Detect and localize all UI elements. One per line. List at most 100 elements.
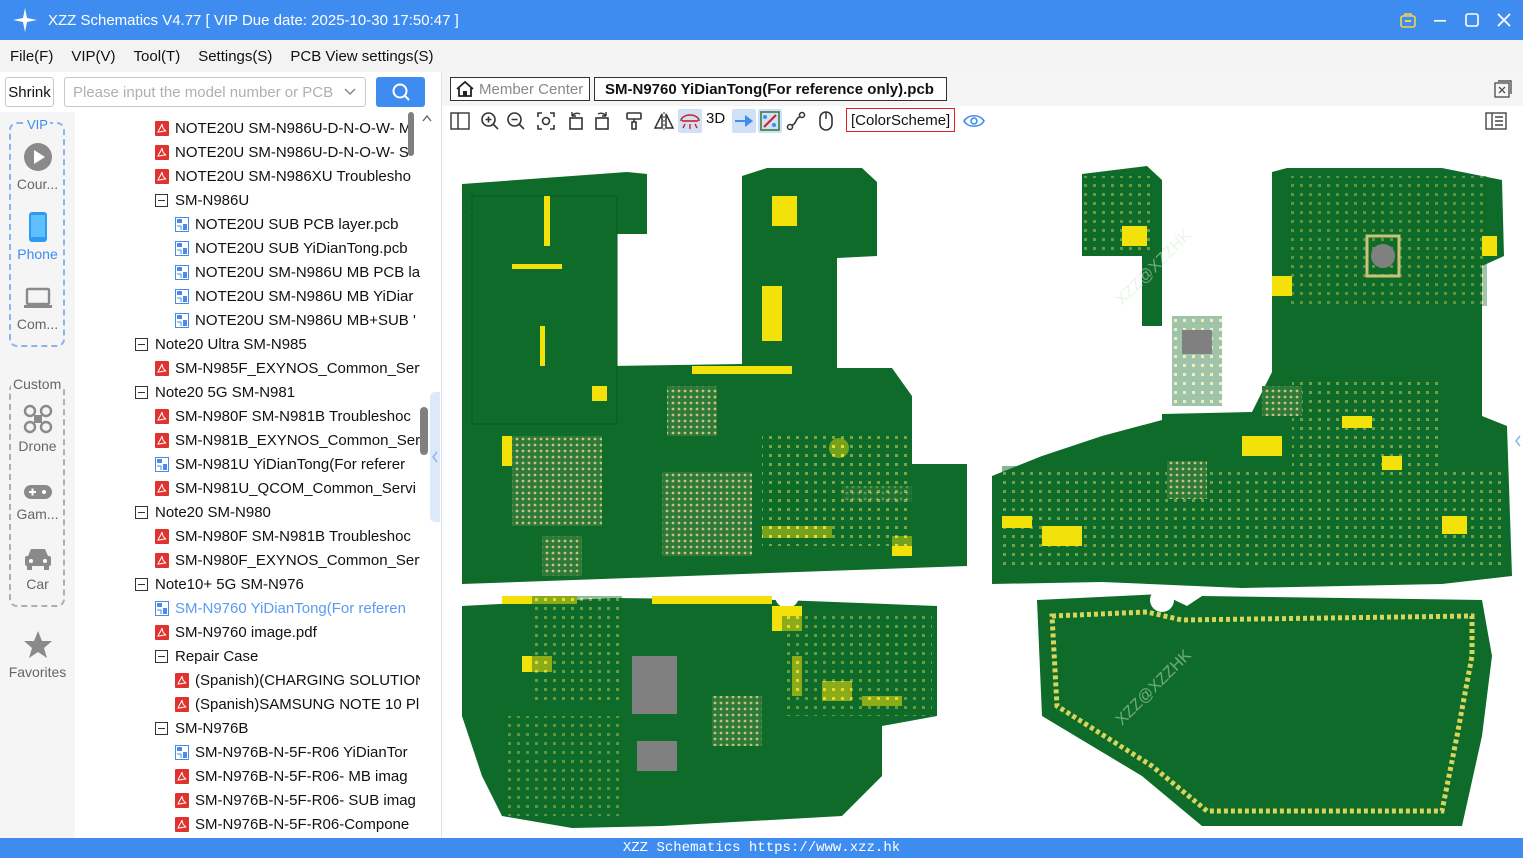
pcb-canvas[interactable]: XZZ@XZZHK XZZ@XZZHK [442,136,1523,838]
tree-item[interactable]: SM-N980F SM-N981B Troubleshoc [155,524,411,548]
pdf-file-icon [155,360,169,376]
tree-item[interactable]: SM-N985F_EXYNOS_Common_Serv [155,356,420,380]
tree-folder[interactable]: SM-N976B [155,716,248,740]
tree-item[interactable]: NOTE20U SUB PCB layer.pcb [175,212,398,236]
panel-splitter[interactable] [430,392,440,522]
mouse-icon[interactable] [814,109,838,133]
nav-computer[interactable]: Com... [0,286,75,332]
split-view-icon[interactable] [448,109,472,133]
gamepad-icon [23,485,52,499]
collapse-icon[interactable] [135,577,148,591]
side-panel-icon[interactable] [1484,109,1508,133]
tree-folder[interactable]: Repair Case [155,644,258,668]
tree-item[interactable]: SM-N976B-N-5F-R06- SUB imag [175,788,416,812]
menu-settings[interactable]: Settings(S) [188,48,280,65]
tree-item[interactable]: (Spanish)(CHARGING SOLUTION [175,668,420,692]
color-scheme-button[interactable]: [ColorScheme] [846,108,956,132]
right-board[interactable]: XZZ@XZZHK XZZ@XZZHK [992,166,1512,826]
pdf-file-icon [155,144,169,160]
flip-board-icon[interactable] [678,109,702,133]
scroll-up-icon[interactable] [422,114,432,122]
trace-tool-icon[interactable] [784,109,808,133]
file-tree[interactable]: NOTE20U SM-N986U-D-N-O-W- M NOTE20U SM-N9… [75,112,420,838]
menu-tool[interactable]: Tool(T) [124,48,189,65]
tree-folder[interactable]: Note20 SM-N980 [135,500,271,524]
zoom-out-icon[interactable] [504,109,528,133]
tree-item[interactable]: SM-N980F SM-N981B Troubleshoc [155,404,411,428]
search-placeholder: Please input the model number or PCB [73,83,334,101]
collapse-icon[interactable] [155,721,168,735]
tree-item-label: Note20 SM-N980 [155,503,271,521]
search-button[interactable] [376,77,425,107]
nav-car[interactable]: Car [0,546,75,592]
tree-item[interactable]: SM-N976B-N-5F-R06 YiDianTor [175,740,408,764]
tab-pcb-file[interactable]: SM-N9760 YiDianTong(For reference only).… [594,77,947,101]
tree-item[interactable]: SM-N980F_EXYNOS_Common_Serv [155,548,420,572]
collapse-icon[interactable] [135,505,148,519]
net-highlight-icon[interactable] [758,109,782,133]
menu-pcb-view-settings[interactable]: PCB View settings(S) [280,48,441,65]
tree-item[interactable]: NOTE20U SM-N986U MB YiDiar [175,284,413,308]
tree-item[interactable]: SM-N981B_EXYNOS_Common_Serv [155,428,420,452]
tree-item[interactable]: NOTE20U SM-N986U MB PCB la [175,260,420,284]
toggle-3d-button[interactable]: 3D [706,110,725,127]
tree-folder[interactable]: Note20 Ultra SM-N985 [135,332,307,356]
zoom-in-icon[interactable] [478,109,502,133]
paint-brush-icon[interactable] [622,109,646,133]
nav-game[interactable]: Gam... [0,482,75,522]
maximize-button[interactable] [1463,11,1481,29]
tree-item[interactable]: SM-N976B-N-5F-R06-Compone [175,812,409,836]
nav-drone[interactable]: Drone [0,404,75,454]
pin-mode-icon[interactable] [732,109,756,133]
rotate-left-icon[interactable] [564,109,588,133]
app-logo-icon [13,8,37,32]
nav-course[interactable]: Cour... [0,142,75,192]
tree-item[interactable]: SM-N976B-N-5F-R06- MB imag [175,764,408,788]
tree-item[interactable]: NOTE20U SUB YiDianTong.pcb [175,236,408,260]
tree-folder[interactable]: Note10+ 5G SM-N976 [135,572,304,596]
tree-item[interactable]: NOTE20U SM-N986U-D-N-O-W- S [155,140,409,164]
horizontal-scroll-handle[interactable] [420,407,428,455]
collapse-icon[interactable] [155,193,168,207]
tab-member-center[interactable]: Member Center [450,77,590,101]
fit-view-icon[interactable] [534,109,558,133]
tree-item[interactable]: NOTE20U SM-N986XU Troublesho [155,164,411,188]
tree-item[interactable]: SM-N9760 image.pdf [155,620,317,644]
tree-item[interactable]: SM-N9760 YiDianTong(For referen [155,596,406,620]
chevron-right-icon[interactable] [1515,435,1521,447]
shrink-button[interactable]: Shrink [5,77,54,107]
tree-folder[interactable]: Note20 5G SM-N981 [135,380,295,404]
minimize-button[interactable] [1431,11,1449,29]
collapse-icon[interactable] [135,337,148,351]
menu-file[interactable]: File(F) [0,48,61,65]
tree-scroll-thumb[interactable] [408,112,414,156]
collapse-icon[interactable] [155,649,168,663]
search-input[interactable]: Please input the model number or PCB [64,77,366,107]
menu-vip[interactable]: VIP(V) [61,48,123,65]
pcb-board-drawing[interactable]: XZZ@XZZHK XZZ@XZZHK [442,136,1523,838]
close-all-tabs-icon[interactable] [1494,80,1512,98]
close-button[interactable] [1495,11,1513,29]
left-board[interactable]: XZZ@XZZHK [462,136,967,828]
vip-bag-icon[interactable] [1399,11,1417,29]
collapse-icon[interactable] [135,385,148,399]
search-row: Shrink Please input the model number or … [0,72,440,112]
tree-item[interactable]: SM-N981U_QCOM_Common_Servi [155,476,416,500]
chevron-down-icon[interactable] [343,84,357,98]
nav-phone[interactable]: Phone [0,212,75,262]
window-title: XZZ Schematics V4.77 [ VIP Due date: 202… [48,11,459,29]
tree-item[interactable]: NOTE20U SM-N986U-D-N-O-W- M [155,116,411,140]
tree-item-label: SM-N986U [175,191,250,209]
rotate-right-icon[interactable] [590,109,614,133]
tree-item-label: SM-N980F_EXYNOS_Common_Serv [175,551,420,569]
tree-item-label: NOTE20U SUB YiDianTong.pcb [195,239,408,257]
tree-item[interactable]: (Spanish)SAMSUNG NOTE 10 Pl [175,692,419,716]
tree-item[interactable]: NOTE20U SM-N986U MB+SUB ' [175,308,416,332]
nav-favorites[interactable]: Favorites [0,630,75,680]
tree-item-label: NOTE20U SM-N986U-D-N-O-W- S [175,143,409,161]
tree-item[interactable]: SM-N981U YiDianTong(For referer [155,452,405,476]
eye-icon[interactable] [962,109,986,133]
tree-folder[interactable]: SM-N986U [155,188,249,212]
custom-group-label: Custom [11,376,64,392]
mirror-icon[interactable] [652,109,676,133]
